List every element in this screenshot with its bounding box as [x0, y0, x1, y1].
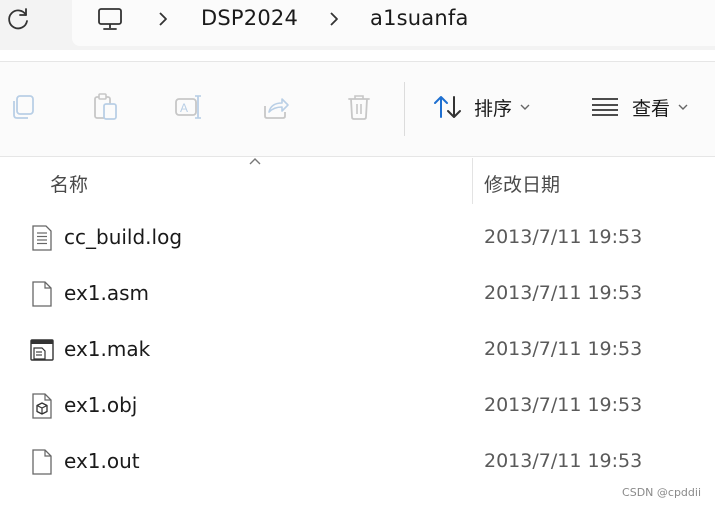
- chevron-down-icon: [678, 104, 688, 110]
- view-button[interactable]: 查看: [590, 92, 688, 122]
- file-date: 2013/7/11 19:53: [484, 394, 643, 416]
- file-row[interactable]: cc_build.log 2013/7/11 19:53: [0, 212, 715, 264]
- column-divider[interactable]: [472, 158, 473, 204]
- column-header-date-modified[interactable]: 修改日期: [484, 170, 560, 197]
- text-file-icon: [32, 225, 52, 251]
- object-file-icon: [32, 393, 52, 419]
- address-bar: DSP2024 a1suanfa: [0, 0, 715, 50]
- watermark: CSDN @cpddii: [622, 486, 701, 499]
- view-label: 查看: [632, 97, 671, 120]
- file-name: ex1.asm: [64, 281, 150, 305]
- breadcrumb-item-dsp2024[interactable]: DSP2024: [201, 6, 298, 30]
- file-row[interactable]: ex1.asm 2013/7/11 19:53: [0, 268, 715, 320]
- sort-button[interactable]: 排序: [432, 92, 530, 122]
- view-list-icon: [592, 98, 618, 116]
- file-row[interactable]: ex1.obj 2013/7/11 19:53: [0, 380, 715, 432]
- file-date: 2013/7/11 19:53: [484, 450, 643, 472]
- file-name: ex1.obj: [64, 393, 138, 417]
- toolbar-separator: [404, 82, 405, 136]
- sort-icon: [434, 96, 461, 118]
- file-name: ex1.out: [64, 449, 140, 473]
- breadcrumb-item-a1suanfa[interactable]: a1suanfa: [370, 6, 469, 30]
- copy-icon[interactable]: [8, 92, 38, 122]
- chevron-right-icon[interactable]: [328, 11, 340, 27]
- share-icon[interactable]: [260, 92, 290, 122]
- command-bar: A 排序 查看: [0, 62, 715, 156]
- makefile-icon: [30, 339, 54, 361]
- file-date: 2013/7/11 19:53: [484, 282, 643, 304]
- blank-file-icon: [32, 449, 52, 475]
- this-pc-icon[interactable]: [96, 6, 124, 32]
- file-row[interactable]: ex1.out 2013/7/11 19:53: [0, 436, 715, 488]
- file-row[interactable]: ex1.mak 2013/7/11 19:53: [0, 324, 715, 376]
- column-header-name[interactable]: 名称: [50, 170, 88, 197]
- sort-label: 排序: [474, 97, 513, 120]
- rename-icon[interactable]: A: [174, 92, 204, 122]
- paste-icon[interactable]: [91, 92, 121, 122]
- divider: [0, 156, 715, 157]
- blank-file-icon: [32, 281, 52, 307]
- refresh-icon[interactable]: [6, 6, 32, 32]
- file-name: ex1.mak: [64, 337, 151, 361]
- chevron-right-icon[interactable]: [157, 11, 169, 27]
- chevron-down-icon: [520, 104, 530, 110]
- file-date: 2013/7/11 19:53: [484, 338, 643, 360]
- svg-text:A: A: [180, 101, 188, 115]
- file-name: cc_build.log: [64, 225, 183, 249]
- delete-icon[interactable]: [344, 92, 374, 122]
- sort-ascending-indicator-icon: [249, 158, 261, 165]
- file-date: 2013/7/11 19:53: [484, 226, 643, 248]
